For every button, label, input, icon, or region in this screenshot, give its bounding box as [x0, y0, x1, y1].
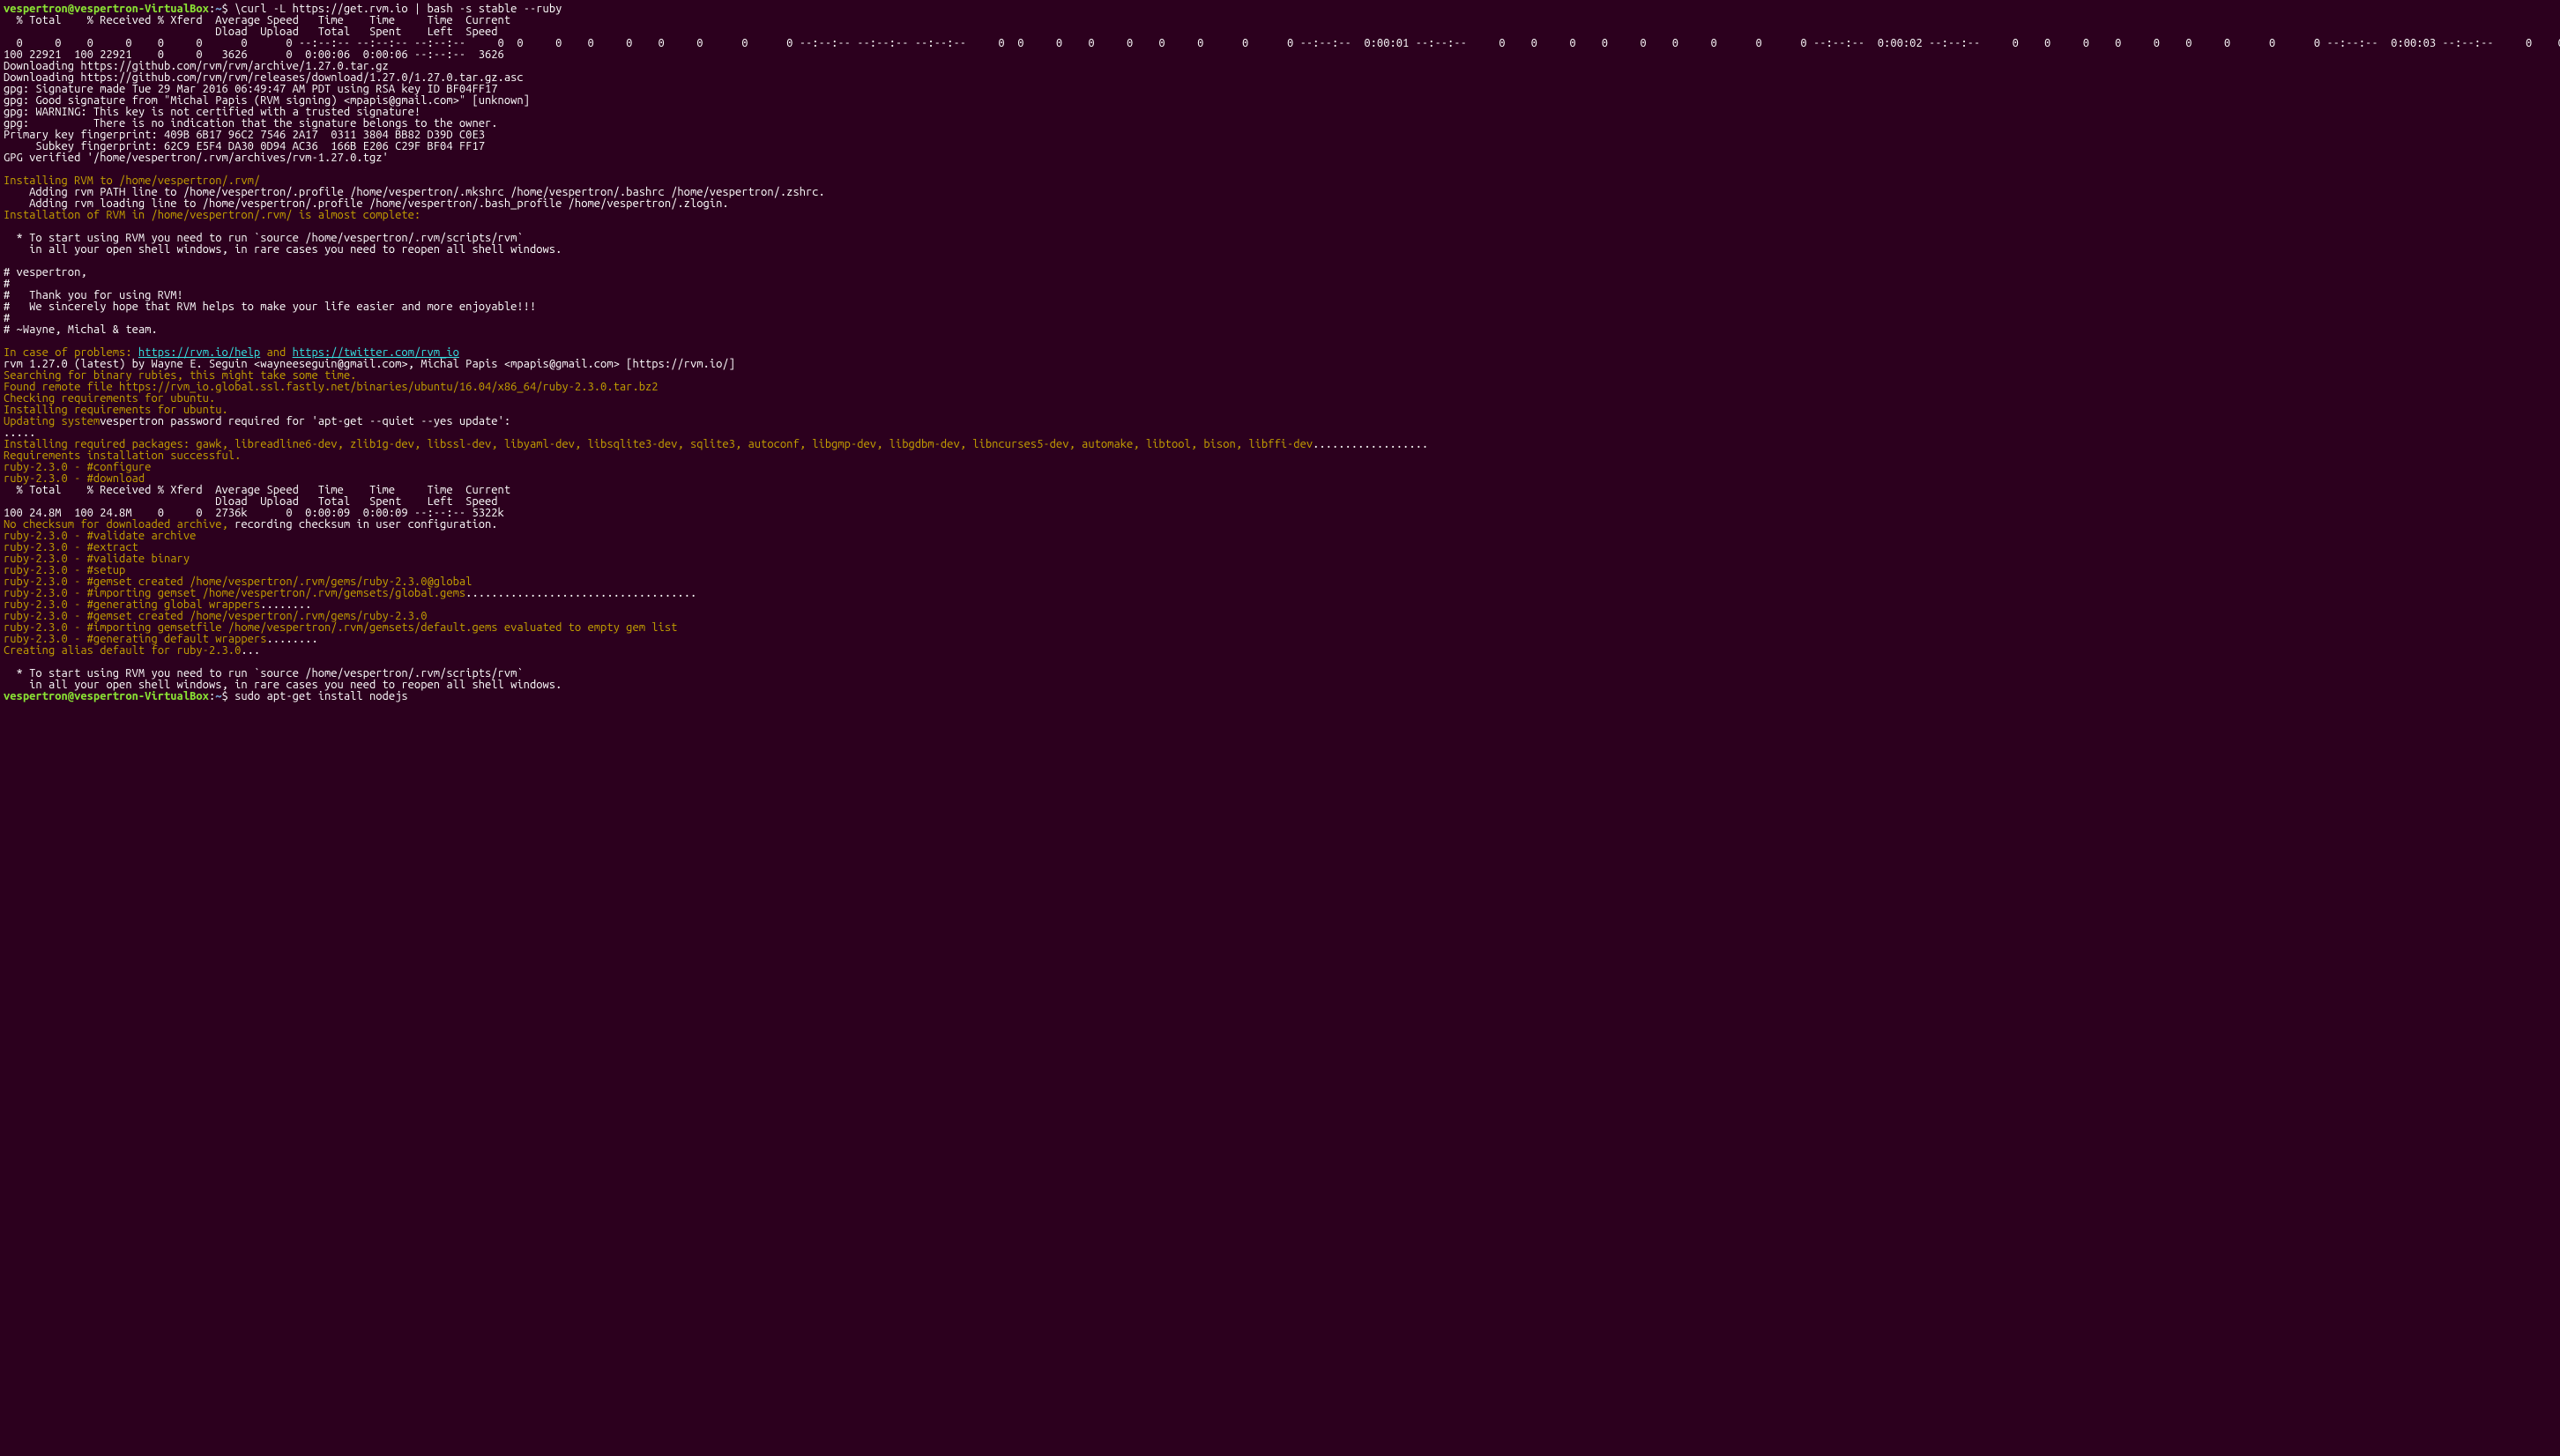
- fingerprint-1: Primary key fingerprint: 409B 6B17 96C2 …: [4, 129, 485, 141]
- thanks-4: # We sincerely hope that RVM helps to ma…: [4, 301, 536, 313]
- dots-3: ........: [260, 598, 311, 611]
- dots: .....: [4, 427, 35, 439]
- checking-req: Checking requirements for ubuntu.: [4, 392, 215, 405]
- install-complete: Installation of RVM in /home/vespertron/…: [4, 209, 420, 221]
- pkg-dots: ..................: [1313, 438, 1428, 450]
- add-path: Adding rvm PATH line to /home/vespertron…: [4, 186, 825, 198]
- install-packages: Installing required packages: gawk, libr…: [4, 438, 1313, 450]
- prompt-path: ~: [215, 3, 221, 15]
- ruby-configure: ruby-2.3.0 - #configure: [4, 461, 151, 473]
- twitter-link[interactable]: https://twitter.com/rvm_io: [293, 346, 459, 359]
- updating-system: Updating system: [4, 415, 100, 427]
- download-2: Downloading https://github.com/rvm/rvm/r…: [4, 71, 524, 84]
- start-note-3: * To start using RVM you need to run `so…: [4, 667, 524, 680]
- download-1: Downloading https://github.com/rvm/rvm/a…: [4, 60, 389, 72]
- thanks-2: #: [4, 278, 10, 290]
- ruby-validate-archive: ruby-2.3.0 - #validate archive: [4, 530, 196, 542]
- thanks-6: # ~Wayne, Michal & team.: [4, 323, 158, 336]
- no-checksum-b: recording checksum in user configuration…: [234, 518, 497, 531]
- req-ok: Requirements installation successful.: [4, 449, 241, 462]
- installing-req: Installing requirements for ubuntu.: [4, 404, 228, 416]
- command-2[interactable]: sudo apt-get install nodejs: [234, 690, 408, 702]
- curl-progress: 0 0 0 0 0 0 0 0 --:--:-- --:--:-- --:--:…: [4, 37, 2560, 61]
- searching: Searching for binary rubies, this might …: [4, 369, 356, 382]
- prompt-dollar: $: [222, 3, 235, 15]
- no-checksum-a: No checksum for downloaded archive,: [4, 518, 234, 531]
- curl2-row: 100 24.8M 100 24.8M 0 0 2736k 0 0:00:09 …: [4, 507, 504, 519]
- ruby-extract: ruby-2.3.0 - #extract: [4, 541, 138, 553]
- gpg-good: gpg: Good signature from "Michal Papis (…: [4, 94, 530, 107]
- dots-4: ........: [266, 633, 317, 645]
- start-note-4: in all your open shell windows, in rare …: [4, 679, 562, 691]
- start-note-1: * To start using RVM you need to run `so…: [4, 232, 524, 244]
- help-link[interactable]: https://rvm.io/help: [138, 346, 260, 359]
- alias-dots: ...: [241, 644, 260, 657]
- ruby-validate-binary: ruby-2.3.0 - #validate binary: [4, 553, 190, 565]
- curl-header: % Total % Received % Xferd Average Speed…: [4, 14, 510, 38]
- ruby-import-global: ruby-2.3.0 - #importing gemset /home/ves…: [4, 587, 465, 599]
- found-remote: Found remote file https://rvm_io.global.…: [4, 381, 659, 393]
- prompt2-dollar: $: [222, 690, 235, 702]
- thanks-5: #: [4, 312, 10, 324]
- prompt2-path: ~: [215, 690, 221, 702]
- ruby-setup: ruby-2.3.0 - #setup: [4, 564, 125, 576]
- prompt-userhost: vespertron@vespertron-VirtualBox: [4, 3, 209, 15]
- ruby-gemset-default: ruby-2.3.0 - #gemset created /home/vespe…: [4, 610, 427, 622]
- create-alias: Creating alias default for ruby-2.3.0: [4, 644, 241, 657]
- command-1: \curl -L https://get.rvm.io | bash -s st…: [234, 3, 562, 15]
- ruby-download: ruby-2.3.0 - #download: [4, 472, 145, 485]
- problems-prefix: In case of problems:: [4, 346, 138, 359]
- start-note-2: in all your open shell windows, in rare …: [4, 243, 562, 256]
- password-prompt: vespertron password required for 'apt-ge…: [100, 415, 517, 427]
- gpg-sig: gpg: Signature made Tue 29 Mar 2016 06:4…: [4, 83, 498, 95]
- thanks-1: # vespertron,: [4, 266, 87, 279]
- ruby-gen-default-wrappers: ruby-2.3.0 - #generating default wrapper…: [4, 633, 266, 645]
- problems-and: and: [260, 346, 292, 359]
- thanks-3: # Thank you for using RVM!: [4, 289, 183, 301]
- ruby-gen-global-wrappers: ruby-2.3.0 - #generating global wrappers: [4, 598, 260, 611]
- install-rvm: Installing RVM to /home/vespertron/.rvm/: [4, 175, 260, 187]
- rvm-version: rvm 1.27.0 (latest) by Wayne E. Seguin <…: [4, 358, 735, 370]
- ruby-gemset-global: ruby-2.3.0 - #gemset created /home/vespe…: [4, 576, 472, 588]
- gpg-warn: gpg: WARNING: This key is not certified …: [4, 106, 420, 118]
- dots-2: ....................................: [465, 587, 696, 599]
- terminal-output[interactable]: vespertron@vespertron-VirtualBox:~$ \cur…: [0, 0, 2560, 706]
- gpg-verified: GPG verified '/home/vespertron/.rvm/arch…: [4, 152, 389, 164]
- add-loading: Adding rvm loading line to /home/vespert…: [4, 197, 729, 210]
- gpg-warn2: gpg: There is no indication that the sig…: [4, 117, 498, 130]
- prompt2-userhost: vespertron@vespertron-VirtualBox: [4, 690, 209, 702]
- curl2-header: % Total % Received % Xferd Average Speed…: [4, 484, 510, 508]
- ruby-import-default: ruby-2.3.0 - #importing gemsetfile /home…: [4, 621, 677, 634]
- fingerprint-2: Subkey fingerprint: 62C9 E5F4 DA30 0D94 …: [4, 140, 485, 152]
